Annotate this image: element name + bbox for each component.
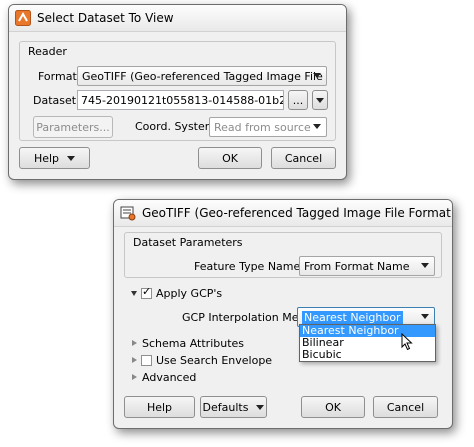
geotiff-parameters-dialog: GeoTIFF (Geo-referenced Tagged Image Fil… <box>113 199 453 429</box>
format-label: Format: <box>38 70 81 83</box>
expander-closed-icon[interactable] <box>132 340 137 346</box>
chevron-down-icon <box>67 155 76 161</box>
dialog-title: GeoTIFF (Geo-referenced Tagged Image Fil… <box>142 206 452 220</box>
ok-button[interactable]: OK <box>301 396 365 418</box>
mouse-cursor-icon <box>401 332 413 351</box>
chevron-down-icon <box>256 404 265 410</box>
coord-system-label: Coord. System: <box>135 120 220 133</box>
dialog-titlebar[interactable]: Select Dataset To View <box>9 5 346 32</box>
dataset-parameters-label: Dataset Parameters <box>133 236 243 249</box>
chevron-down-icon <box>421 263 429 268</box>
parameters-icon <box>120 205 136 221</box>
dataset-dropdown-button[interactable] <box>312 90 328 110</box>
checkmark-icon: ✓ <box>142 285 152 298</box>
help-button-label: Help <box>33 151 60 165</box>
format-select-value: GeoTIFF (Geo-referenced Tagged Image Fil… <box>82 69 326 83</box>
expander-closed-icon[interactable] <box>132 374 137 380</box>
gcp-option-bicubic[interactable]: Bicubic <box>300 349 435 361</box>
schema-attributes-label[interactable]: Schema Attributes <box>142 337 244 350</box>
dialog-titlebar[interactable]: GeoTIFF (Geo-referenced Tagged Image Fil… <box>114 200 452 227</box>
feature-type-value: From Format Name <box>304 259 410 273</box>
reader-group-label: Reader <box>28 45 67 58</box>
browse-button[interactable]: ... <box>288 90 308 110</box>
dataset-input-value: 745-20190121t055813-014588-01b2dc-001.ti… <box>81 93 284 107</box>
gcp-method-options: Nearest Neighbor Bilinear Bicubic <box>299 324 436 362</box>
search-envelope-label: Use Search Envelope <box>156 354 273 367</box>
chevron-down-icon <box>316 97 324 103</box>
advanced-label[interactable]: Advanced <box>142 371 196 384</box>
cancel-button[interactable]: Cancel <box>271 147 336 169</box>
app-logo-icon <box>15 10 31 26</box>
format-select[interactable]: GeoTIFF (Geo-referenced Tagged Image Fil… <box>77 66 327 86</box>
dialog-title: Select Dataset To View <box>37 11 174 25</box>
dataset-input[interactable]: 745-20190121t055813-014588-01b2dc-001.ti… <box>77 90 284 110</box>
dataset-parameters-group: Dataset Parameters Feature Type Name(s):… <box>124 232 442 278</box>
defaults-button[interactable]: Defaults <box>200 396 267 418</box>
help-button[interactable]: Help <box>19 147 90 169</box>
parameters-button[interactable]: Parameters... <box>33 116 113 138</box>
dataset-label: Dataset: <box>33 94 80 107</box>
coord-system-select[interactable]: Read from source <box>209 117 327 137</box>
search-envelope-checkbox[interactable] <box>141 355 152 366</box>
apply-gcp-label: Apply GCP's <box>156 287 223 300</box>
select-dataset-dialog: Select Dataset To View Reader Format: Ge… <box>8 4 347 180</box>
coord-system-value: Read from source <box>214 120 311 134</box>
apply-gcp-checkbox[interactable]: ✓ <box>141 285 152 299</box>
feature-type-select[interactable]: From Format Name <box>299 256 435 276</box>
reader-group: Reader Format: GeoTIFF (Geo-referenced T… <box>19 41 336 141</box>
cancel-button[interactable]: Cancel <box>373 396 438 418</box>
help-button[interactable]: Help <box>124 396 195 418</box>
expander-closed-icon[interactable] <box>132 357 137 363</box>
defaults-button-label: Defaults <box>202 400 249 414</box>
chevron-down-icon <box>421 314 429 319</box>
gcp-method-value: Nearest Neighbor <box>302 310 403 324</box>
chevron-down-icon <box>313 124 321 129</box>
chevron-down-icon <box>313 73 321 78</box>
expander-open-icon[interactable] <box>131 291 137 296</box>
ok-button[interactable]: OK <box>198 147 262 169</box>
